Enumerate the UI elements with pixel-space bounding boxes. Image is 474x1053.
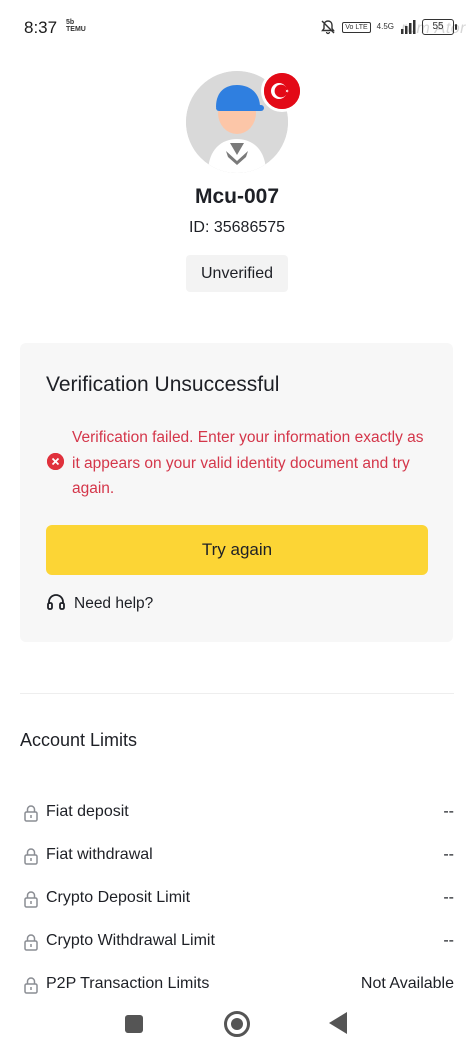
lock-icon (23, 847, 39, 870)
section-divider (20, 693, 454, 694)
battery-icon: 55 (422, 19, 457, 35)
lock-icon (23, 890, 39, 913)
error-message: Verification failed. Enter your informat… (72, 429, 424, 497)
recents-button-icon[interactable] (125, 1015, 143, 1033)
volte-icon: Vo LTE (342, 21, 371, 33)
limit-value: -- (443, 889, 454, 906)
limit-value: Not Available (360, 975, 454, 992)
status-badge: Unverified (186, 255, 288, 292)
limit-label: Crypto Deposit Limit (46, 889, 191, 906)
limit-row-crypto-deposit: Crypto Deposit Limit -- (20, 887, 454, 911)
lock-icon (23, 976, 39, 999)
try-again-button[interactable]: Try again (46, 525, 428, 575)
temu-notification-icon: 5b TEMU (66, 19, 86, 33)
limit-row-crypto-withdrawal: Crypto Withdrawal Limit -- (20, 930, 454, 954)
limit-value: -- (443, 846, 454, 863)
limit-row-fiat-deposit: Fiat deposit -- (20, 801, 454, 825)
status-bar: 8:37 5b TEMU rum Ator Vo LTE 4.5G 55 (0, 0, 474, 52)
limit-label: Fiat withdrawal (46, 846, 153, 863)
limit-label: Fiat deposit (46, 803, 129, 820)
limit-label: P2P Transaction Limits (46, 975, 210, 992)
error-icon (47, 453, 64, 470)
lock-icon (23, 804, 39, 827)
turkey-flag-icon (261, 70, 303, 112)
limit-row-p2p: P2P Transaction Limits Not Available (20, 973, 454, 997)
limit-row-fiat-withdrawal: Fiat withdrawal -- (20, 844, 454, 868)
temu-label: TEMU (66, 26, 86, 33)
status-icons: Vo LTE 4.5G 55 (320, 16, 457, 38)
home-button-icon[interactable] (224, 1011, 250, 1037)
user-id: ID: 35686575 (188, 219, 286, 236)
headset-icon (46, 592, 66, 617)
bell-muted-icon (320, 19, 336, 35)
limit-label: Crypto Withdrawal Limit (46, 932, 215, 949)
temu-prefix: 5b (66, 19, 75, 26)
verification-title: Verification Unsuccessful (46, 373, 280, 396)
limit-value: -- (443, 932, 454, 949)
status-time: 8:37 (24, 18, 58, 37)
need-help-label: Need help? (74, 595, 154, 612)
signal-icon (400, 20, 416, 34)
network-type: 4.5G (376, 22, 394, 31)
account-limits-title: Account Limits (20, 730, 138, 750)
username: Mcu-007 (194, 185, 280, 208)
system-nav-bar (0, 1000, 474, 1053)
lock-icon (23, 933, 39, 956)
limit-value: -- (443, 803, 454, 820)
need-help-link[interactable]: Need help? (46, 593, 153, 615)
verification-card: Verification Unsuccessful Verification f… (20, 343, 453, 642)
back-button-icon[interactable] (329, 1012, 347, 1039)
